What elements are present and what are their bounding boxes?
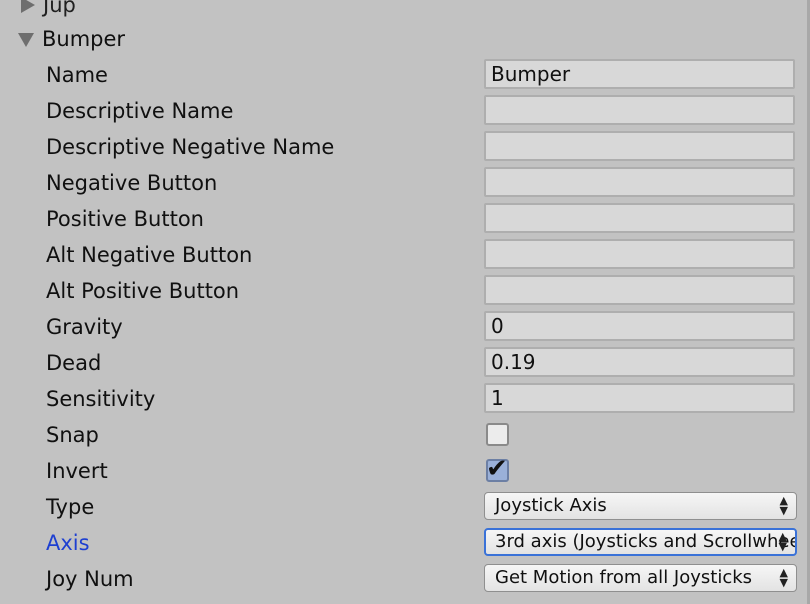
joy-num-label: Joy Num	[46, 567, 134, 591]
alt-negative-button-field[interactable]	[484, 239, 795, 269]
axis-label: Axis	[46, 531, 90, 555]
name-label: Name	[46, 63, 108, 87]
positive-button-field[interactable]	[484, 203, 795, 233]
foldout-expanded-icon[interactable]	[18, 33, 34, 47]
row-axis: Axis 3rd axis (Joysticks and Scrollwheel…	[0, 525, 800, 561]
snap-checkbox[interactable]	[486, 423, 509, 446]
sensitivity-field[interactable]: 1	[484, 383, 795, 413]
row-joy-num: Joy Num Get Motion from all Joysticks ▲ ▼	[0, 561, 800, 597]
axis-foldout-label: Bumper	[42, 27, 126, 51]
alt-negative-button-label: Alt Negative Button	[46, 243, 253, 267]
row-alt-positive-button: Alt Positive Button	[0, 273, 800, 309]
updown-arrows-icon: ▲ ▼	[779, 494, 788, 517]
dead-field[interactable]: 0.19	[484, 347, 795, 377]
axis-dropdown-value: 3rd axis (Joysticks and Scrollwheel)	[495, 531, 797, 552]
foldout-collapsed-icon[interactable]	[21, 0, 35, 13]
row-type: Type Joystick Axis ▲ ▼	[0, 489, 800, 525]
descriptive-name-label: Descriptive Name	[46, 99, 234, 123]
invert-checkbox[interactable]: ✔	[486, 454, 509, 484]
updown-arrows-icon: ▲ ▼	[779, 566, 788, 589]
joy-num-dropdown-value: Get Motion from all Joysticks	[495, 567, 753, 588]
snap-label: Snap	[46, 423, 99, 447]
row-invert: Invert ✔	[0, 453, 800, 489]
descriptive-negative-name-field[interactable]	[484, 131, 795, 161]
row-sensitivity: Sensitivity 1	[0, 381, 800, 417]
row-name: Name Bumper	[0, 57, 800, 93]
descriptive-negative-name-label: Descriptive Negative Name	[46, 135, 335, 159]
positive-button-label: Positive Button	[46, 207, 204, 231]
descriptive-name-field[interactable]	[484, 95, 795, 125]
row-positive-button: Positive Button	[0, 201, 800, 237]
row-gravity: Gravity 0	[0, 309, 800, 345]
type-dropdown-value: Joystick Axis	[495, 495, 607, 516]
alt-positive-button-field[interactable]	[484, 275, 795, 305]
negative-button-field[interactable]	[484, 167, 795, 197]
row-negative-button: Negative Button	[0, 165, 800, 201]
axis-foldout-bumper[interactable]: Bumper	[18, 24, 125, 54]
row-descriptive-name: Descriptive Name	[0, 93, 800, 129]
row-snap: Snap	[0, 417, 800, 453]
row-alt-negative-button: Alt Negative Button	[0, 237, 800, 273]
invert-label: Invert	[46, 459, 108, 483]
input-axes-inspector: Jup Bumper Name Bumper Descriptive Name …	[0, 0, 810, 604]
dead-label: Dead	[46, 351, 102, 375]
axis-foldout-jup[interactable]: Jup	[18, 0, 76, 20]
negative-button-label: Negative Button	[46, 171, 218, 195]
joy-num-dropdown[interactable]: Get Motion from all Joysticks ▲ ▼	[484, 564, 797, 592]
axis-foldout-label: Jup	[43, 0, 76, 17]
name-field[interactable]: Bumper	[484, 59, 795, 89]
row-descriptive-negative-name: Descriptive Negative Name	[0, 129, 800, 165]
gravity-field[interactable]: 0	[484, 311, 795, 341]
alt-positive-button-label: Alt Positive Button	[46, 279, 240, 303]
updown-arrows-icon: ▲ ▼	[778, 530, 787, 553]
sensitivity-label: Sensitivity	[46, 387, 156, 411]
axis-dropdown[interactable]: 3rd axis (Joysticks and Scrollwheel) ▲ ▼	[484, 528, 797, 556]
type-label: Type	[46, 495, 95, 519]
type-dropdown[interactable]: Joystick Axis ▲ ▼	[484, 492, 797, 520]
checkmark-icon: ✔	[486, 454, 508, 484]
gravity-label: Gravity	[46, 315, 123, 339]
row-dead: Dead 0.19	[0, 345, 800, 381]
